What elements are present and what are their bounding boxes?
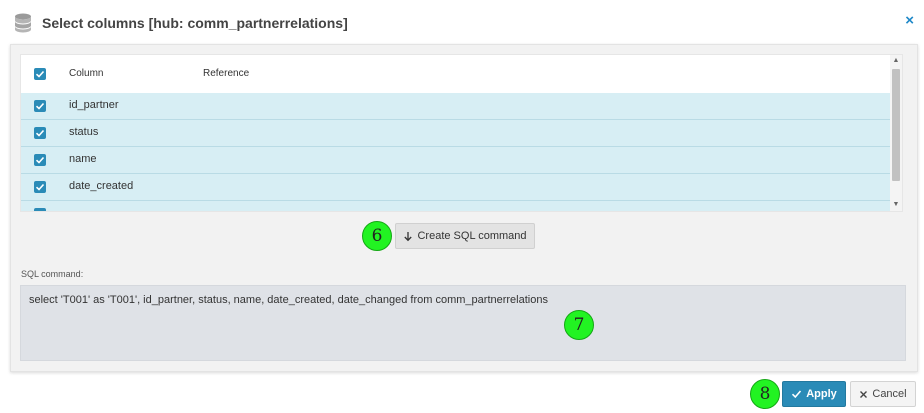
grid-header: Column Reference xyxy=(21,55,890,93)
dialog-titlebar: Select columns [hub: comm_partnerrelatio… xyxy=(0,0,924,44)
check-icon xyxy=(35,156,45,164)
sql-command-textarea[interactable]: select 'T001' as 'T001', id_partner, sta… xyxy=(20,285,906,361)
reference-header-label[interactable]: Reference xyxy=(203,68,249,79)
dialog-body: Column Reference id_partner status name xyxy=(10,44,918,372)
cancel-button[interactable]: Cancel xyxy=(850,381,916,407)
select-all-checkbox[interactable] xyxy=(34,68,46,80)
scroll-thumb[interactable] xyxy=(892,69,900,181)
apply-label: Apply xyxy=(806,388,837,400)
row-checkbox[interactable] xyxy=(34,100,46,112)
table-row[interactable]: status xyxy=(21,120,890,147)
step-marker-7: 7 xyxy=(564,310,594,340)
check-icon xyxy=(35,183,45,191)
row-checkbox[interactable] xyxy=(34,154,46,166)
database-icon xyxy=(15,13,31,33)
apply-button[interactable]: Apply xyxy=(782,381,846,407)
column-name-cell: name xyxy=(69,153,97,165)
columns-grid: Column Reference id_partner status name xyxy=(20,54,903,212)
column-name-cell: id_partner xyxy=(69,99,119,111)
row-checkbox[interactable] xyxy=(34,181,46,193)
close-icon xyxy=(860,390,868,398)
sql-command-text: select 'T001' as 'T001', id_partner, sta… xyxy=(29,294,548,306)
scroll-down-icon[interactable]: ▼ xyxy=(890,199,902,211)
row-checkbox[interactable] xyxy=(34,208,46,211)
check-icon xyxy=(35,102,45,110)
sql-command-label: SQL command: xyxy=(21,269,84,279)
column-header-label[interactable]: Column xyxy=(69,68,103,79)
table-row[interactable]: date_created xyxy=(21,174,890,201)
scroll-up-icon[interactable]: ▲ xyxy=(890,55,902,67)
close-icon[interactable]: × xyxy=(905,12,914,29)
dialog-title: Select columns [hub: comm_partnerrelatio… xyxy=(42,15,348,31)
check-icon xyxy=(35,70,45,78)
row-checkbox[interactable] xyxy=(34,127,46,139)
column-name-cell: date_created xyxy=(69,180,134,192)
grid-scrollbar[interactable]: ▲ ▼ xyxy=(890,55,902,211)
table-row[interactable]: name xyxy=(21,147,890,174)
arrow-down-icon xyxy=(404,231,413,241)
create-sql-command-button[interactable]: Create SQL command xyxy=(395,223,535,249)
check-icon xyxy=(792,390,802,399)
create-sql-command-label: Create SQL command xyxy=(417,230,527,242)
cancel-label: Cancel xyxy=(872,388,907,400)
table-row[interactable] xyxy=(21,201,890,211)
table-row[interactable]: id_partner xyxy=(21,93,890,120)
step-marker-6: 6 xyxy=(362,221,392,251)
step-marker-8: 8 xyxy=(750,379,780,409)
check-icon xyxy=(35,129,45,137)
column-name-cell: status xyxy=(69,126,99,138)
